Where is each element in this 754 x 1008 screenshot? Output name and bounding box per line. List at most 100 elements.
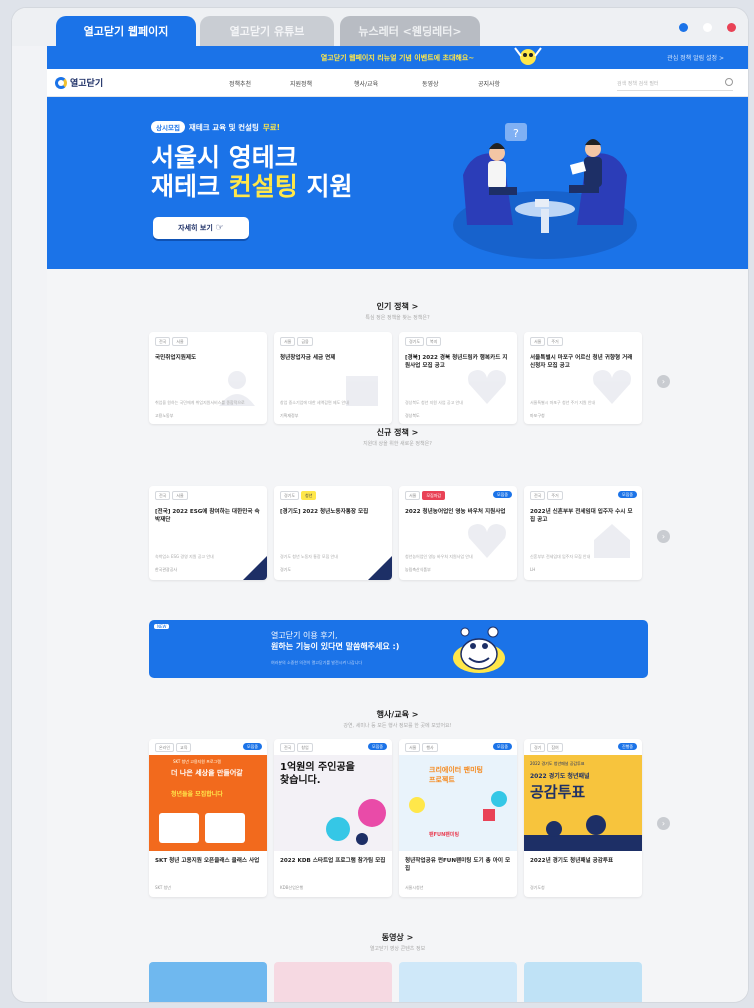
new-section-title[interactable]: 신규 정책 > [47,427,748,438]
poster-confetti [409,791,507,821]
event-card[interactable]: 전국 창업 모집중 1억원의 주인공을 찾습니다. 2022 KDB 스타트업 프… [274,739,392,897]
popular-section-title[interactable]: 인기 정책 > [47,301,748,312]
review-line2: 원하는 기능이 있다면 말씀해주세요 :) [271,642,400,651]
video-card[interactable] [274,962,392,1002]
videos-section-subtitle: 열고닫기 영상 콘텐츠 정보 [369,946,426,952]
card-tags: 서울 주거 [530,337,563,346]
card-tag: 청년 [301,491,317,500]
tab-webpage[interactable]: 열고닫기 웹페이지 [56,16,196,46]
poster-headline: 1억원의 주인공을 찾습니다. [280,762,355,786]
new-section-subtitle: 지원대 상을 위한 새로운 정책은? [363,441,432,447]
pointer-hand-icon: ☞ [215,223,224,233]
card-org: 마포구청 [530,413,545,418]
event-card[interactable]: 온라인 교육 모집중 SKT 청년 고용지원 프로그램 더 나은 세상을 만들어갈… [149,739,267,897]
videos-section-title[interactable]: 동영상 > [47,932,748,943]
event-card[interactable]: 서울 행사 모집중 크리에이터 팬미팅 프로젝트 팬FUN팬미팅 청년작업공유 펀… [399,739,517,897]
status-badge: 모집중 [492,743,512,750]
card-corner-ribbon [243,556,267,580]
mascot-icon [453,626,505,673]
policy-card[interactable]: 경기도 복지 [경북] 2022 경북 청년드림카 행복카드 지원사업 모집 공고… [399,332,517,424]
card-tag: 주거 [547,491,563,500]
hero-detail-label: 자세히 보기 [178,224,213,232]
card-tag: 전국 [155,491,171,500]
top-nav: 열고닫기 정책추천 지원정책 행사/교육 동영상 공지사항 검색 정책 검색 필… [47,69,748,97]
logo-mark-icon [55,76,67,89]
window-dot-white [703,23,712,32]
card-org: 한국관광공사 [155,567,178,572]
card-tag: 복지 [426,337,442,346]
card-org: 농림축산식품부 [405,567,431,572]
hero-title-part-a: 재테크 [151,172,229,201]
event-poster: SKT 청년 고용지원 프로그램 더 나은 세상을 만들어갈 청년들을 모집합니… [149,755,267,851]
policy-card[interactable]: 서울 주거 서울특별시 마포구 어르신 청년 귀향형 거래 신청자 모집 공고 서… [524,332,642,424]
site-logo[interactable]: 열고닫기 [55,76,103,89]
card-tag: 서울 [280,337,296,346]
card-tag: 서울 [172,337,188,346]
event-poster: 2022 경기도 청년패널 공감투표 2022 경기도 청년패널 공감투표 [524,755,642,851]
card-tag: 주거 [547,337,563,346]
tab-newsletter[interactable]: 뉴스레터 <웬딩레터> [340,16,480,46]
nav-item-policy[interactable]: 지원정책 [290,79,312,88]
review-line1: 열고닫기 이용 후기, [271,631,338,640]
card-tag: 교육 [176,743,192,752]
events-section-title[interactable]: 행사/교육 > [47,709,748,720]
hero-detail-button[interactable]: 자세히 보기 ☞ [153,217,249,239]
policy-card[interactable]: 경기도 청년 [경기도] 2022 청년노동자통장 모집 경기도 청년 노동자 통… [274,486,392,580]
nav-item-events[interactable]: 행사/교육 [354,79,378,88]
event-card[interactable]: 경기 참여 진행중 2022 경기도 청년패널 공감투표 2022 경기도 청년패… [524,739,642,897]
card-tag: 경기 [530,743,546,752]
poster-box [159,813,199,843]
nav-item-notice[interactable]: 공지사항 [478,79,500,88]
video-card[interactable] [149,962,267,1002]
tab-youtube[interactable]: 열고닫기 유튜브 [200,16,334,46]
hero-title-line1: 서울시 영테크 [151,143,298,172]
card-tag: 경기도 [405,337,425,346]
card-tag: 전국 [155,337,171,346]
new-next-arrow-icon[interactable]: › [657,530,670,543]
policy-card[interactable]: 서울 금융 청년창업자금 세금 면제 창업 중소기업에 대한 세액감면 제도 안내… [274,332,392,424]
hero-title-part-c: 지원 [297,172,353,201]
search-icon[interactable] [725,78,733,86]
policy-card[interactable]: 전국 서울 [전국] 2022 ESG에 참여하는 대한민국 숙박재단 숙박업소 … [149,486,267,580]
event-poster: 크리에이터 팬미팅 프로젝트 팬FUN팬미팅 [399,755,517,851]
card-org: 고용노동부 [155,413,174,418]
main-content: 인기 정책 > 특심 정은 정책을 찾는 정책은? 전국 서울 국민취업지원제도 … [47,269,748,1002]
new-badge: NEW [154,624,170,629]
poster-kicker: 2022 경기도 청년패널 공감투표 [530,761,585,766]
hero-banner[interactable]: 상시모집 재테크 교육 및 컨설팅 무료! 서울시 영테크 재테크 컨설팅 지원… [47,97,748,269]
events-next-arrow-icon[interactable]: › [657,817,670,830]
events-section-subtitle: 강연, 세미나 등 모든 행사 정보를 한 곳에 모았어요! [343,723,452,729]
announcement-bar[interactable]: 열고닫기 웹페이지 리뉴얼 기념 이벤트에 초대해요~ 관심 정책 알림 설정 … [47,46,748,69]
poster-orbs [326,799,386,845]
card-tag: 서울 [530,337,546,346]
card-tag: 서울 [172,491,188,500]
card-desc: 신혼부부 전세임대 입주자 모집 안내 [530,554,591,559]
policy-card[interactable]: 전국 서울 국민취업지원제도 취업을 원하는 국민에게 취업지원서비스를 종합적으… [149,332,267,424]
search-input[interactable]: 검색 정책 검색 필터 [617,75,733,91]
nav-item-videos[interactable]: 동영상 [422,79,439,88]
policy-card[interactable]: 서울 모집마감 모집중 2022 청년농어업인 영농 바우처 지원사업 청년농어업… [399,486,517,580]
card-tags: 서울 모집마감 [405,491,446,500]
card-desc: 취업을 원하는 국민에게 취업지원서비스를 종합적으로 [155,400,245,405]
hero-title-line2: 재테크 컨설팅 지원 [151,172,352,201]
card-tag: 온라인 [155,743,175,752]
card-tags: 온라인 교육 [155,743,192,752]
policy-card[interactable]: 전국 주거 모집중 2022년 신혼부부 전세임대 입주자 수시 모집 공고 신혼… [524,486,642,580]
svg-text:?: ? [513,127,519,140]
video-card[interactable] [524,962,642,1002]
card-tag: 참여 [547,743,563,752]
review-banner[interactable]: NEW 열고닫기 이용 후기, 원하는 기능이 있다면 말씀해주세요 :) 여러… [149,620,648,678]
notify-setting-link[interactable]: 관심 정책 알림 설정 > [667,53,724,62]
card-corner-ribbon [368,556,392,580]
popular-next-arrow-icon[interactable]: › [657,375,670,388]
card-org: 기획재정부 [280,413,299,418]
nav-item-recommend[interactable]: 정책추천 [229,79,251,88]
poster-headline: 더 나은 세상을 만들어갈 [171,769,243,777]
status-badge: 모집중 [617,491,637,498]
poster-kicker: 팬FUN팬미팅 [429,832,460,838]
video-card[interactable] [399,962,517,1002]
card-org: 경상북도 [405,413,420,418]
event-poster: 1억원의 주인공을 찾습니다. [274,755,392,851]
card-tag: 경기도 [280,491,300,500]
card-title: 청년작업공유 펀FUN팬미팅 도기 총 아이 모집 [405,858,511,872]
